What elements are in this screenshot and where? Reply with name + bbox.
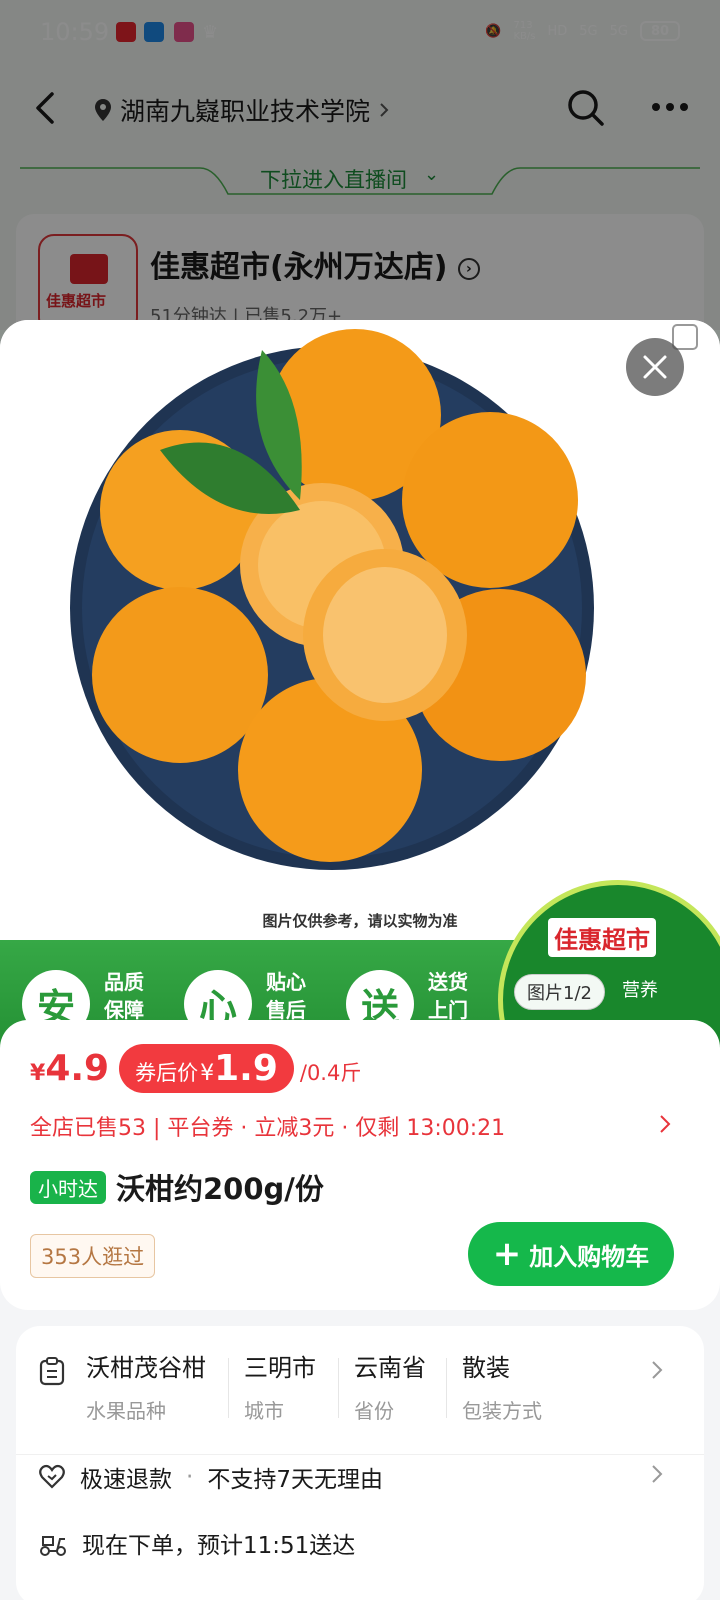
chevron-right-icon[interactable] <box>658 1112 672 1136</box>
attr-divider <box>228 1358 229 1418</box>
add-to-cart-label: 加入购物车 <box>529 1242 650 1271</box>
attr-province: 云南省 省份 <box>354 1354 426 1423</box>
product-info-card: ¥4.9 券后价 ¥ 1.9 /0.4斤 全店已售53 | 平台券 · 立减3元… <box>0 1020 720 1310</box>
after-coupon-price: 券后价 ¥ 1.9 <box>119 1044 294 1093</box>
heart-refund-icon <box>39 1464 65 1489</box>
delivery-badge-text: 送货 上门 <box>428 970 468 1022</box>
add-to-cart-button[interactable]: + 加入购物车 <box>468 1222 674 1286</box>
promo-line[interactable]: 全店已售53 | 平台券 · 立减3元 · 仅剩 13:00:21 <box>30 1110 505 1142</box>
visited-count: 353人逛过 <box>30 1234 156 1278</box>
product-title: 沃柑约200g/份 <box>116 1172 324 1206</box>
modal-backdrop[interactable] <box>0 0 720 330</box>
brand-name: 佳惠超市 <box>548 918 656 957</box>
nutrition-tab[interactable]: 营养 <box>622 976 658 1002</box>
attr-packaging: 散装 包装方式 <box>462 1354 542 1423</box>
refund-label: 极速退款 <box>80 1467 172 1493</box>
delivery-row: 现在下单，预计11:51送达 <box>38 1526 355 1560</box>
original-price: ¥4.9 <box>30 1048 110 1089</box>
attr-city: 三明市 城市 <box>244 1354 316 1423</box>
tangerine-plate-illustration <box>70 329 594 870</box>
delivery-eta: 现在下单，预计11:51送达 <box>82 1533 356 1559</box>
attr-divider <box>338 1358 339 1418</box>
quality-badge-text: 品质 保障 <box>104 970 144 1022</box>
attributes-card[interactable]: 沃柑茂谷柑 水果品种 三明市 城市 云南省 省份 散装 包装方式 极速退款 · … <box>16 1326 704 1600</box>
refund-row[interactable]: 极速退款 · 不支持7天无理由 <box>38 1460 383 1494</box>
chevron-right-icon[interactable] <box>650 1358 664 1382</box>
product-image[interactable]: 图片仅供参考，请以实物为准 安 品质 保障 心 贴心 售后 送 送货 上门 佳惠超市 … <box>0 320 720 1120</box>
attr-divider <box>446 1358 447 1418</box>
product-title-row: 小时达 沃柑约200g/份 <box>30 1166 324 1208</box>
dot-separator: · <box>186 1464 194 1490</box>
price-row: ¥4.9 券后价 ¥ 1.9 /0.4斤 <box>30 1044 361 1093</box>
refund-note: 不支持7天无理由 <box>207 1467 383 1493</box>
product-detail-sheet: 图片仅供参考，请以实物为准 安 品质 保障 心 贴心 售后 送 送货 上门 佳惠超市 … <box>0 320 720 1600</box>
delivery-scooter-icon <box>40 1536 66 1556</box>
chevron-right-icon[interactable] <box>650 1462 664 1486</box>
aftersale-badge-text: 贴心 售后 <box>266 970 306 1022</box>
plus-icon: + <box>492 1234 522 1274</box>
close-button[interactable] <box>626 338 684 396</box>
attr-variety: 沃柑茂谷柑 水果品种 <box>86 1354 206 1423</box>
image-counter[interactable]: 图片1/2 <box>514 974 605 1010</box>
divider <box>16 1454 704 1455</box>
close-icon <box>643 355 667 379</box>
price-unit: /0.4斤 <box>299 1061 362 1085</box>
clipboard-icon <box>39 1357 65 1386</box>
hourly-delivery-tag: 小时达 <box>30 1170 106 1204</box>
